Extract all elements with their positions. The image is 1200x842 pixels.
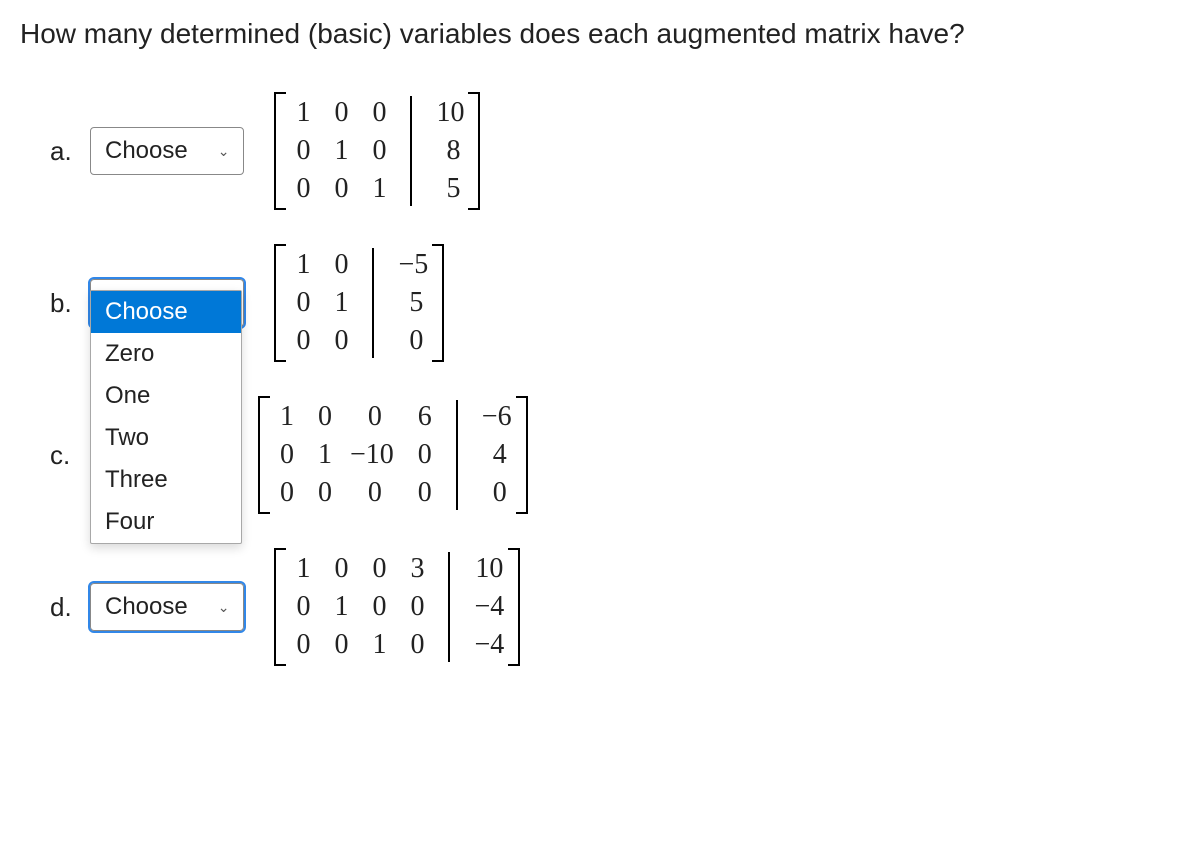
- select-value: Choose: [105, 593, 188, 621]
- item-row-d: d. Choose ⌄ 100 010 001 300 10−4−4: [50, 546, 1180, 668]
- item-label-a: a.: [50, 136, 90, 167]
- answer-select-a[interactable]: Choose ⌄: [90, 127, 244, 175]
- select-value: Choose: [105, 137, 188, 165]
- dropdown-option-four[interactable]: Four: [91, 501, 241, 543]
- question-items: a. Choose ⌄ 100 010 001 1085 b. Choose: [50, 90, 1180, 668]
- item-row-a: a. Choose ⌄ 100 010 001 1085: [50, 90, 1180, 212]
- chevron-down-icon: ⌄: [218, 143, 230, 160]
- dropdown-option-zero[interactable]: Zero: [91, 333, 241, 375]
- item-row-b: b. Choose ⌄ 100 010 −550 Choose Zero One…: [50, 242, 1180, 364]
- question-prompt: How many determined (basic) variables do…: [20, 18, 1180, 50]
- item-label-c: c.: [50, 440, 90, 471]
- item-label-d: d.: [50, 592, 90, 623]
- dropdown-option-one[interactable]: One: [91, 375, 241, 417]
- answer-select-d[interactable]: Choose ⌄: [90, 583, 244, 631]
- chevron-down-icon: ⌄: [218, 599, 230, 616]
- dropdown-option-choose[interactable]: Choose: [91, 291, 241, 333]
- matrix-d: 100 010 001 300 10−4−4: [274, 546, 520, 668]
- matrix-b: 100 010 −550: [274, 242, 444, 364]
- dropdown-option-three[interactable]: Three: [91, 459, 241, 501]
- answer-select-b-dropdown[interactable]: Choose Zero One Two Three Four: [90, 290, 242, 544]
- matrix-a: 100 010 001 1085: [274, 90, 480, 212]
- matrix-c: 100 010 0−100 600 −640: [258, 394, 528, 516]
- item-label-b: b.: [50, 288, 90, 319]
- dropdown-option-two[interactable]: Two: [91, 417, 241, 459]
